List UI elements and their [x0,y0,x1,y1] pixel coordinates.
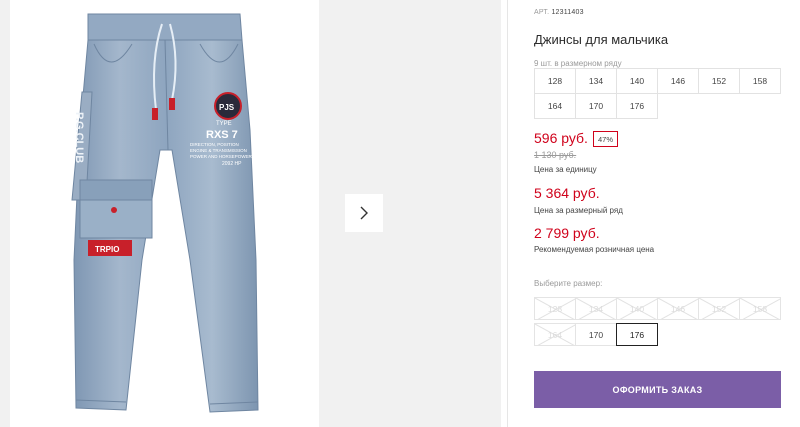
jeans-image: P.G.CLUB TRPIO PJS TYPE RXS 7 DIRECTION,… [71,13,259,413]
old-price: 1 130 руб. [534,150,577,160]
series-price-caption: Цена за размерный ряд [534,206,623,215]
print-text-1: RXS 7 [206,129,238,141]
article-value: 12311403 [551,9,584,16]
print-text-3: DIRECTION, POSITION [190,142,239,147]
size-option-128: 128 [534,297,576,320]
size-option-label: 134 [588,303,604,314]
size-option-label: 164 [547,329,563,340]
size-option-140: 140 [616,297,658,320]
print-text-5: POWER AND HORSEPOWER [190,154,253,159]
series-count-label: 9 шт. в размерном ряду [534,59,622,68]
print-text-4: ENGINE & TRANSMISSION [190,148,247,153]
series-size-cell: 152 [698,68,740,94]
order-button[interactable]: ОФОРМИТЬ ЗАКАЗ [534,371,781,408]
size-option-label: 170 [588,329,604,340]
print-text-6: 2092 HP [222,161,242,167]
retail-price: 2 799 руб. [534,225,600,241]
product-title: Джинсы для мальчика [534,32,669,47]
series-size-cell: 164 [534,93,576,119]
series-size-cell: 170 [575,93,617,119]
print-text-2: TYPE [216,121,232,127]
size-option-158: 158 [739,297,781,320]
size-option-176[interactable]: 176 [616,323,658,346]
discount-badge: 47% [593,131,618,147]
series-size-cell: 146 [657,68,699,94]
chevron-right-icon [360,206,368,220]
size-option-label: 158 [752,303,768,314]
retail-price-caption: Рекомендуемая розничная цена [534,245,655,254]
series-price: 5 364 руб. [534,185,600,201]
series-size-cell: 158 [739,68,781,94]
gallery-next-button[interactable] [345,194,383,232]
unit-price: 596 руб. [534,130,588,146]
size-option-label: 146 [670,303,686,314]
size-option-170[interactable]: 170 [575,323,617,346]
badge-text: PJS [219,103,235,112]
size-option-134: 134 [575,297,617,320]
size-option-152: 152 [698,297,740,320]
size-option-label: 140 [629,303,645,314]
series-size-cell: 176 [616,93,658,119]
article-label: АРТ. [534,9,550,16]
unit-price-caption: Цена за единицу [534,165,597,174]
series-size-cell: 134 [575,68,617,94]
choose-size-label: Выберите размер: [534,279,603,288]
strap-text: P.G.CLUB [73,112,85,163]
article-number: АРТ. 12311403 [534,9,584,16]
gallery-prev-strip [0,0,10,427]
size-option-label: 176 [629,329,645,340]
series-size-cell: 128 [534,68,576,94]
size-option-label: 128 [547,303,563,314]
series-size-cell: 140 [616,68,658,94]
knee-patch-text: TRPIO [95,245,119,254]
size-option-146: 146 [657,297,699,320]
size-option-label: 152 [711,303,727,314]
size-option-164: 164 [534,323,576,346]
product-photo: P.G.CLUB TRPIO PJS TYPE RXS 7 DIRECTION,… [10,0,312,427]
panel-divider [507,0,508,427]
